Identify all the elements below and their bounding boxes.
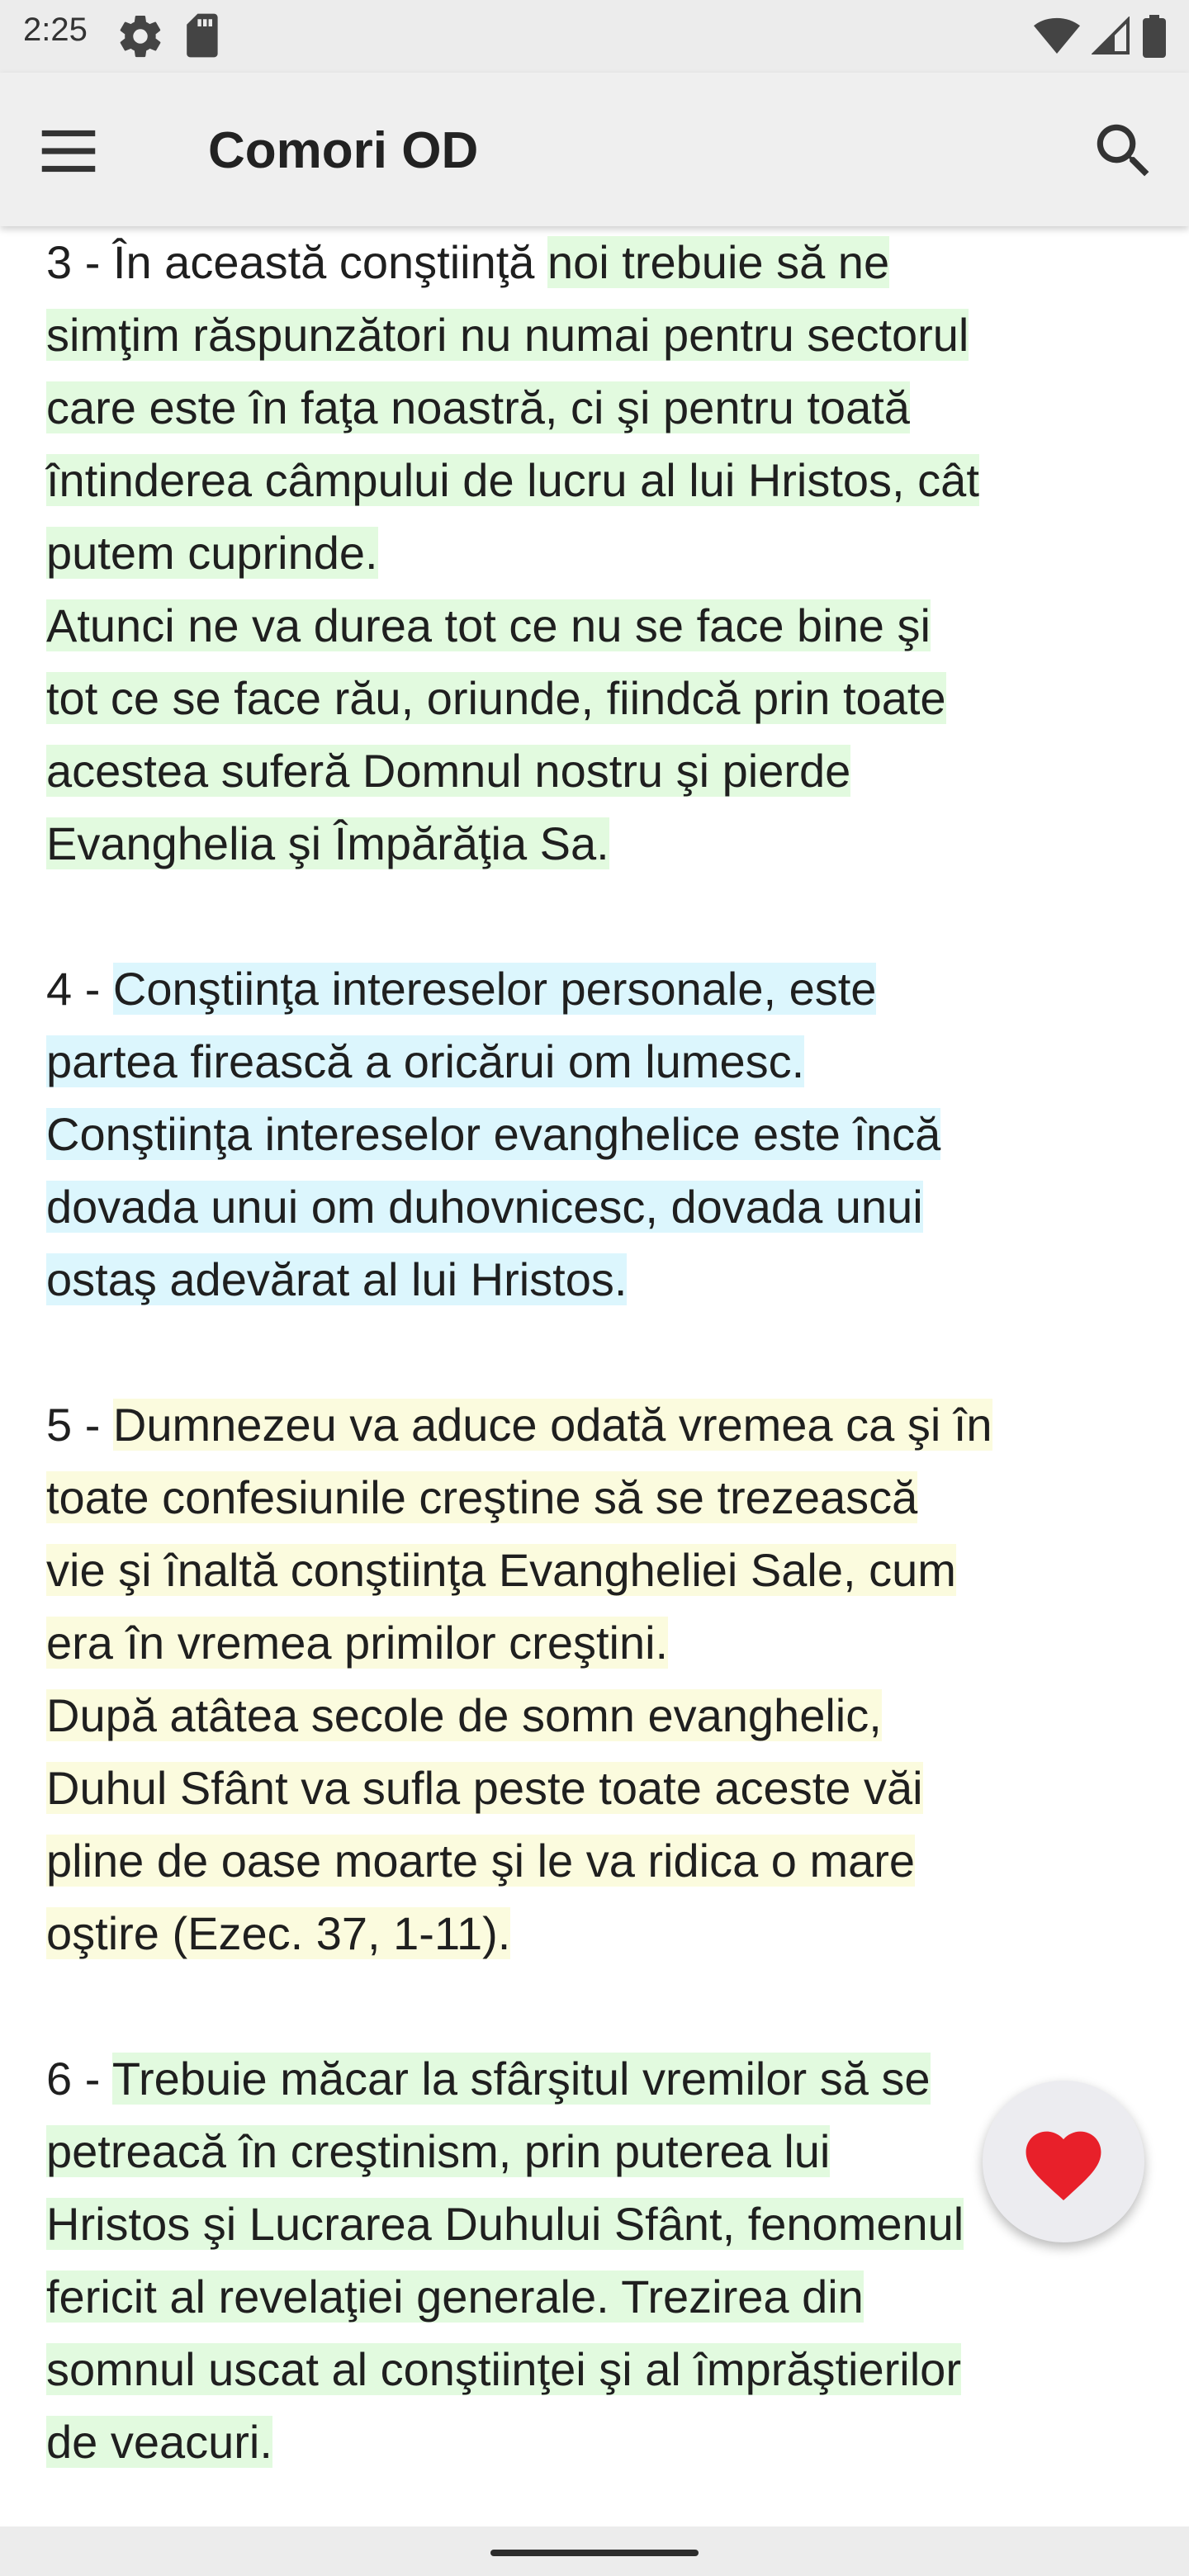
highlighted-text: de veacuri. — [46, 2416, 272, 2468]
highlighted-text: Trebuie măcar la sfârşitul vremilor să s… — [111, 2053, 931, 2105]
text-line: toate confesiunile creştine să se trezea… — [46, 1461, 1153, 1534]
app-title: Comori OD — [208, 122, 479, 179]
highlighted-text: dovada unui om duhovnicesc, dovada unui — [46, 1181, 923, 1233]
text-line: somnul uscat al conştiinţei şi al împrăş… — [46, 2333, 1153, 2406]
text-line: Duhul Sfânt va sufla peste toate aceste … — [46, 1752, 1153, 1825]
text-line: 5 - Dumnezeu va aduce odată vremea ca şi… — [46, 1389, 1153, 1461]
sd-card-icon — [187, 13, 218, 58]
text-line: pline de oase moarte şi le va ridica o m… — [46, 1825, 1153, 1897]
text-line: întinderea câmpului de lucru al lui Hris… — [46, 444, 1153, 517]
highlighted-text: fericit al revelaţiei generale. Trezirea… — [46, 2271, 864, 2323]
highlighted-text: Atunci ne va durea tot ce nu se face bin… — [46, 599, 931, 651]
paragraph-number: 6 - — [46, 2053, 112, 2105]
highlighted-text: Dumnezeu va aduce odată vremea ca şi în — [112, 1399, 992, 1451]
highlighted-text: noi trebuie să ne — [547, 236, 890, 288]
battery-icon — [1143, 15, 1166, 58]
text-line: putem cuprinde. — [46, 517, 1153, 590]
text-line: Atunci ne va durea tot ce nu se face bin… — [46, 590, 1153, 662]
navigation-bar — [0, 2526, 1189, 2576]
highlighted-text: putem cuprinde. — [46, 527, 378, 579]
app-bar: Comori OD — [0, 73, 1189, 226]
article-content: 3 - În această conştiinţă noi trebuie să… — [46, 226, 1153, 2551]
highlighted-text: oştire (Ezec. 37, 1-11). — [46, 1907, 511, 1959]
highlighted-text: simţim răspunzători nu numai pentru sect… — [46, 309, 969, 361]
text-line: ostaş adevărat al lui Hristos. — [46, 1243, 1153, 1316]
home-gesture-handle[interactable] — [490, 2550, 699, 2556]
paragraph-number: 5 - — [46, 1399, 113, 1451]
text-line: care este în faţa noastră, ci şi pentru … — [46, 372, 1153, 444]
text-line: 4 - Conştiinţa intereselor personale, es… — [46, 953, 1153, 1025]
text-line: partea firească a oricărui om lumesc. — [46, 1025, 1153, 1098]
text-line: 6 - Trebuie măcar la sfârşitul vremilor … — [46, 2043, 1153, 2115]
text-line: fericit al revelaţiei generale. Trezirea… — [46, 2261, 1153, 2333]
text-line: vie şi înaltă conştiinţa Evangheliei Sal… — [46, 1534, 1153, 1607]
text-line: Conştiinţa intereselor evanghelice este … — [46, 1098, 1153, 1171]
highlighted-text: era în vremea primilor creştini. — [46, 1617, 669, 1669]
text-line: de veacuri. — [46, 2406, 1153, 2479]
paragraph: 4 - Conştiinţa intereselor personale, es… — [46, 953, 1153, 1316]
highlighted-text: partea firească a oricărui om lumesc. — [46, 1035, 805, 1087]
signal-icon — [1092, 17, 1130, 54]
settings-icon — [120, 15, 161, 58]
highlighted-text: Conştiinţa intereselor personale, este — [112, 963, 877, 1015]
paragraph-number: 3 - În această conştiinţă — [46, 236, 548, 288]
highlighted-text: tot ce se face rău, oriunde, fiindcă pri… — [46, 672, 946, 724]
text-line: Evanghelia şi Împărăţia Sa. — [46, 807, 1153, 880]
status-time: 2:25 — [23, 12, 88, 48]
status-bar: 2:25 — [0, 0, 1189, 73]
highlighted-text: Duhul Sfânt va sufla peste toate aceste … — [46, 1762, 923, 1814]
text-line: 3 - În această conştiinţă noi trebuie să… — [46, 226, 1153, 299]
highlighted-text: care este în faţa noastră, ci şi pentru … — [46, 381, 910, 433]
text-line: era în vremea primilor creştini. — [46, 1607, 1153, 1679]
highlighted-text: acestea suferă Domnul nostru şi pierde — [46, 745, 851, 797]
search-icon[interactable] — [1088, 116, 1159, 187]
highlighted-text: Evanghelia şi Împărăţia Sa. — [46, 817, 609, 869]
highlighted-text: ostaş adevărat al lui Hristos. — [46, 1253, 628, 1305]
text-line: oştire (Ezec. 37, 1-11). — [46, 1897, 1153, 1970]
highlighted-text: vie şi înaltă conştiinţa Evangheliei Sal… — [46, 1544, 956, 1596]
highlighted-text: toate confesiunile creştine să se trezea… — [46, 1471, 918, 1523]
text-line: tot ce se face rău, oriunde, fiindcă pri… — [46, 662, 1153, 735]
paragraph: 6 - Trebuie măcar la sfârşitul vremilor … — [46, 2043, 1153, 2479]
hamburger-menu-icon[interactable] — [33, 116, 104, 187]
highlighted-text: somnul uscat al conştiinţei şi al împrăş… — [46, 2343, 961, 2395]
text-line: acestea suferă Domnul nostru şi pierde — [46, 735, 1153, 807]
status-icons — [1034, 13, 1166, 59]
highlighted-text: Hristos şi Lucrarea Duhului Sfânt, fenom… — [46, 2198, 964, 2250]
text-line: dovada unui om duhovnicesc, dovada unui — [46, 1171, 1153, 1243]
text-line: simţim răspunzători nu numai pentru sect… — [46, 299, 1153, 372]
highlighted-text: După atâtea secole de somn evanghelic, — [46, 1689, 882, 1741]
text-line: După atâtea secole de somn evanghelic, — [46, 1679, 1153, 1752]
text-line: Hristos şi Lucrarea Duhului Sfânt, fenom… — [46, 2188, 1153, 2261]
highlighted-text: petreacă în creştinism, prin puterea lui — [46, 2125, 831, 2177]
paragraph: 3 - În această conştiinţă noi trebuie să… — [46, 226, 1153, 880]
highlighted-text: Conştiinţa intereselor evanghelice este … — [46, 1108, 941, 1160]
paragraph: 5 - Dumnezeu va aduce odată vremea ca şi… — [46, 1389, 1153, 1970]
heart-icon — [1026, 2131, 1101, 2201]
highlighted-text: pline de oase moarte şi le va ridica o m… — [46, 1835, 916, 1887]
wifi-icon — [1034, 17, 1080, 54]
favorite-button[interactable] — [983, 2081, 1144, 2242]
highlighted-text: întinderea câmpului de lucru al lui Hris… — [46, 454, 979, 506]
paragraph-number: 4 - — [46, 963, 113, 1015]
